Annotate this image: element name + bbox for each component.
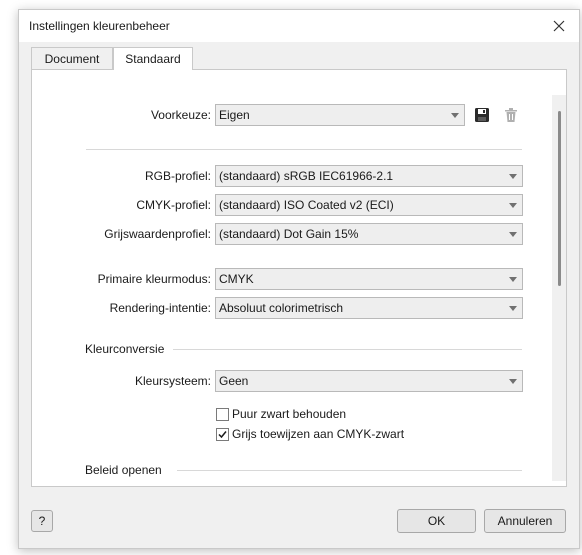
close-icon bbox=[553, 20, 565, 32]
settings-panel: Voorkeuze: Eigen RGB-profiel: (standaard… bbox=[31, 69, 567, 487]
divider bbox=[177, 470, 522, 471]
chevron-down-icon bbox=[451, 113, 459, 118]
scrollbar-thumb[interactable] bbox=[558, 111, 561, 286]
tab-document[interactable]: Document bbox=[31, 47, 113, 69]
cmyk-profile-value: (standaard) ISO Coated v2 (ECI) bbox=[219, 198, 394, 212]
rendering-intent-select[interactable]: Absoluut colorimetrisch bbox=[215, 297, 523, 319]
keep-pure-black-label: Puur zwart behouden bbox=[232, 407, 347, 421]
delete-preset-button[interactable] bbox=[501, 105, 521, 125]
rendering-intent-value: Absoluut colorimetrisch bbox=[219, 301, 344, 315]
cmyk-profile-label: CMYK-profiel: bbox=[136, 198, 211, 212]
rgb-profile-value: (standaard) sRGB IEC61966-2.1 bbox=[219, 169, 394, 183]
dialog-title: Instellingen kleurenbeheer bbox=[29, 19, 170, 33]
preset-label: Voorkeuze: bbox=[150, 108, 211, 122]
ok-button[interactable]: OK bbox=[397, 509, 476, 533]
tab-standaard[interactable]: Standaard bbox=[113, 47, 193, 70]
color-management-dialog: Instellingen kleurenbeheer Document Stan… bbox=[18, 9, 580, 549]
rgb-profile-select[interactable]: (standaard) sRGB IEC61966-2.1 bbox=[215, 165, 523, 187]
cancel-button[interactable]: Annuleren bbox=[484, 509, 566, 533]
open-policy-heading: Beleid openen bbox=[85, 463, 162, 477]
gray-profile-label: Grijswaardenprofiel: bbox=[104, 227, 211, 241]
preset-value: Eigen bbox=[219, 108, 250, 122]
color-system-select[interactable]: Geen bbox=[215, 370, 523, 392]
primary-color-mode-label: Primaire kleurmodus: bbox=[97, 272, 211, 286]
preset-select[interactable]: Eigen bbox=[215, 104, 465, 126]
chevron-down-icon bbox=[509, 203, 517, 208]
chevron-down-icon bbox=[509, 379, 517, 384]
save-icon bbox=[475, 108, 489, 122]
rendering-intent-label: Rendering-intentie: bbox=[109, 301, 211, 315]
title-bar: Instellingen kleurenbeheer bbox=[19, 10, 579, 42]
close-button[interactable] bbox=[547, 14, 571, 38]
chevron-down-icon bbox=[509, 174, 517, 179]
save-preset-button[interactable] bbox=[472, 105, 492, 125]
gray-to-cmyk-black-checkbox[interactable] bbox=[216, 428, 229, 441]
help-button[interactable]: ? bbox=[31, 510, 53, 532]
keep-pure-black-checkbox[interactable] bbox=[216, 408, 229, 421]
rgb-profile-label: RGB-profiel: bbox=[144, 169, 211, 183]
primary-color-mode-select[interactable]: CMYK bbox=[215, 268, 523, 290]
vertical-scrollbar[interactable] bbox=[552, 95, 566, 481]
color-system-label: Kleursysteem: bbox=[134, 374, 211, 388]
color-system-value: Geen bbox=[219, 374, 249, 388]
chevron-down-icon bbox=[509, 306, 517, 311]
divider bbox=[86, 149, 522, 150]
chevron-down-icon bbox=[509, 277, 517, 282]
gray-profile-select[interactable]: (standaard) Dot Gain 15% bbox=[215, 223, 523, 245]
divider bbox=[173, 349, 522, 350]
checkmark-icon bbox=[218, 431, 227, 439]
gray-to-cmyk-black-label: Grijs toewijzen aan CMYK-zwart bbox=[232, 427, 405, 441]
cmyk-profile-select[interactable]: (standaard) ISO Coated v2 (ECI) bbox=[215, 194, 523, 216]
primary-color-mode-value: CMYK bbox=[219, 272, 254, 286]
gray-profile-value: (standaard) Dot Gain 15% bbox=[219, 227, 359, 241]
trash-icon bbox=[505, 108, 517, 122]
chevron-down-icon bbox=[509, 232, 517, 237]
color-conversion-heading: Kleurconversie bbox=[85, 342, 165, 356]
